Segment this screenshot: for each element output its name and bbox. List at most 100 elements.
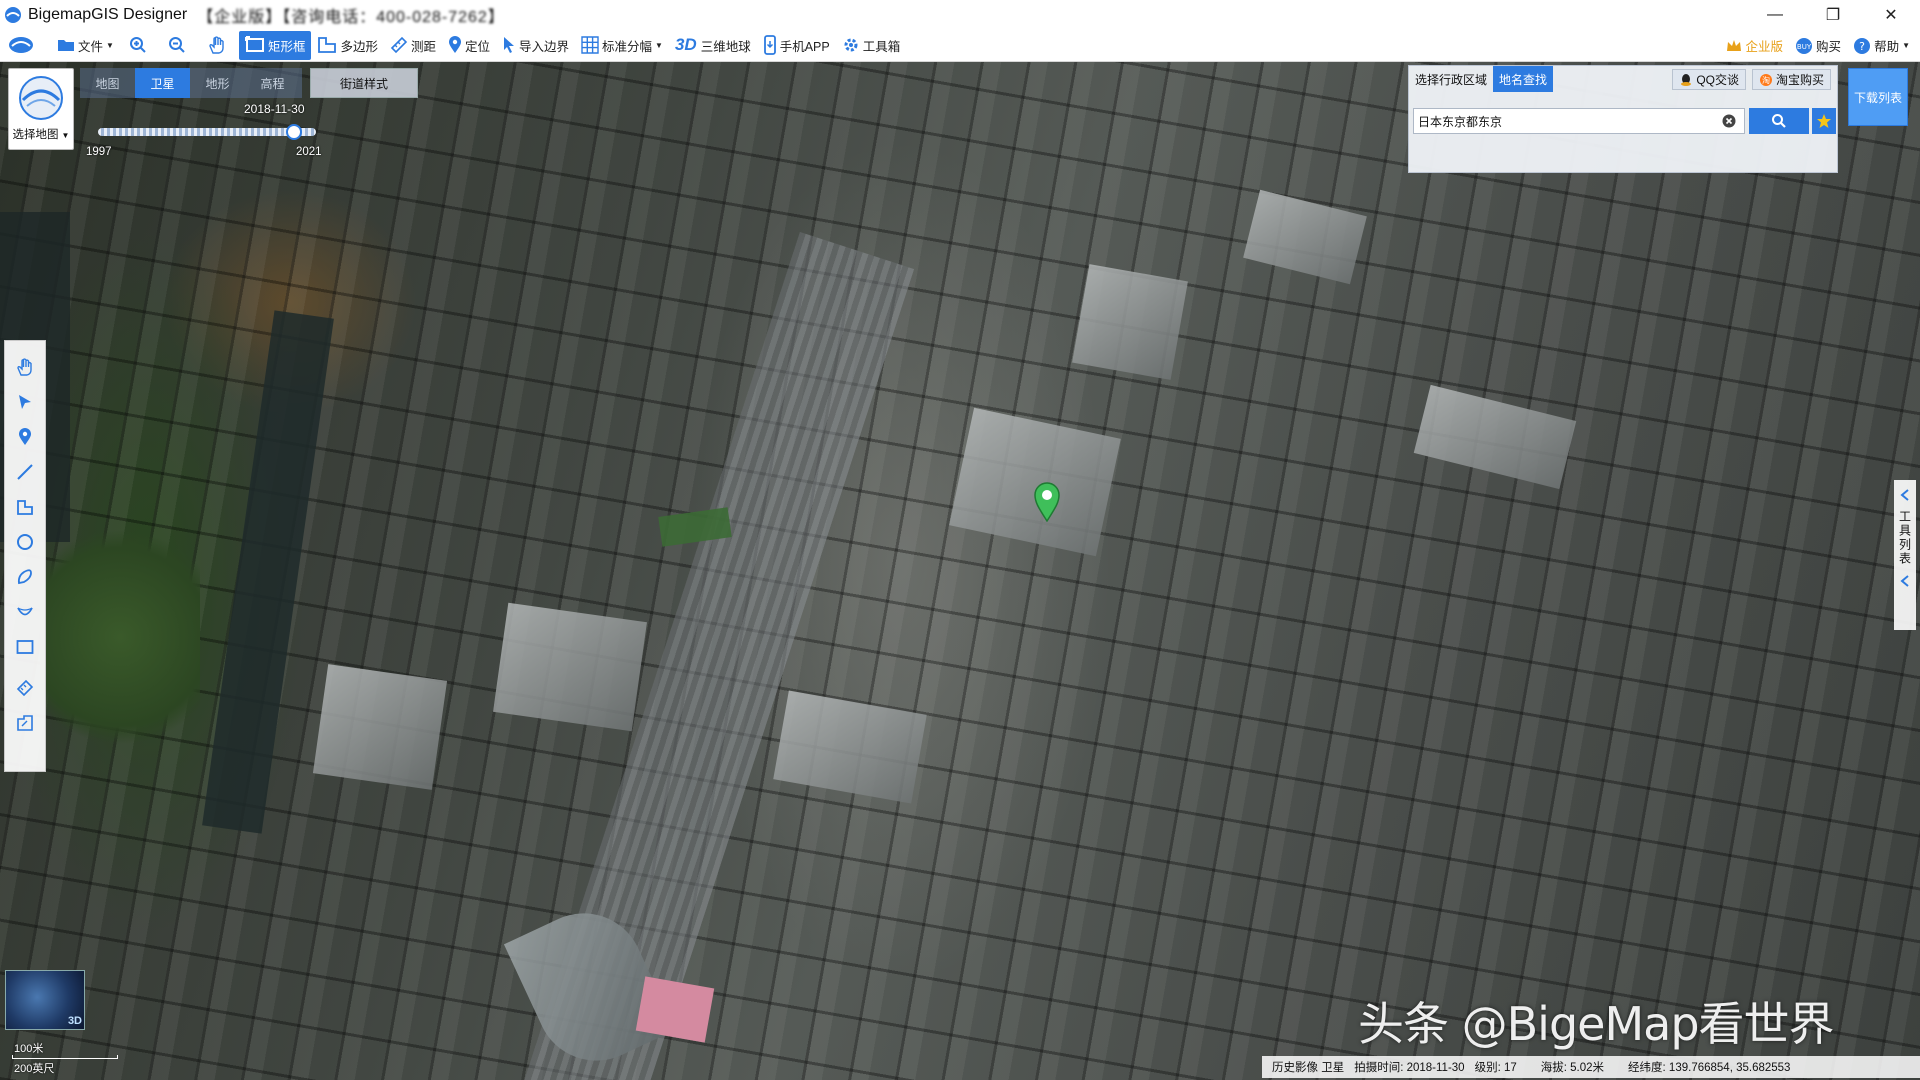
rectangle-select-icon xyxy=(244,36,264,52)
search-button[interactable] xyxy=(1749,108,1809,134)
restore-button[interactable]: ❐ xyxy=(1804,0,1862,29)
cursor-icon xyxy=(504,37,514,53)
qq-chat-label: QQ交谈 xyxy=(1696,73,1739,87)
gear-icon xyxy=(844,38,858,52)
hand-icon xyxy=(17,357,32,376)
zoom-out-icon xyxy=(168,37,185,53)
window-title: BigemapGIS Designer xyxy=(28,5,188,23)
crown-icon xyxy=(1726,39,1741,51)
timeline-start-year: 1997 xyxy=(86,146,112,158)
pan-button[interactable] xyxy=(198,31,239,60)
toolbox-button[interactable]: 工具箱 xyxy=(836,31,907,60)
area-measure-tool[interactable] xyxy=(9,705,41,740)
place-search-input[interactable] xyxy=(1414,110,1720,132)
overview-globe[interactable]: 3D xyxy=(5,970,85,1030)
favorite-button[interactable] xyxy=(1812,108,1836,134)
map-type-terrain[interactable]: 地形 xyxy=(190,68,245,98)
svg-text:淘: 淘 xyxy=(1762,75,1770,85)
freehand-icon xyxy=(17,568,32,584)
right-tool-list[interactable]: 工具列表 xyxy=(1894,480,1916,630)
status-level: 级别: 17 xyxy=(1474,1062,1517,1074)
star-icon xyxy=(1817,114,1831,128)
map-type-tabs: 地图 卫星 地形 高程 xyxy=(80,68,302,98)
status-altitude: 海拔: 5.02米 xyxy=(1540,1062,1605,1074)
globe-icon xyxy=(19,76,63,120)
measure-tool[interactable] xyxy=(9,670,41,705)
minimize-button[interactable]: — xyxy=(1746,0,1804,29)
area-measure-icon xyxy=(17,714,33,731)
contact-links: QQ交谈 淘 淘宝购买 xyxy=(1666,69,1831,90)
tab-admin-region[interactable]: 选择行政区域 xyxy=(1409,66,1493,92)
curve-tool[interactable] xyxy=(9,594,41,629)
history-timeline: 2018-11-30 1997 2021 xyxy=(86,100,330,160)
street-style-button[interactable]: 街道样式 xyxy=(310,68,418,98)
circle-icon xyxy=(17,533,33,550)
select-tool[interactable] xyxy=(9,384,41,419)
timeline-current-date: 2018-11-30 xyxy=(244,102,305,116)
status-bar: 历史影像 卫星 拍摄时间: 2018-11-30 级别: 17 海拔: 5.02… xyxy=(1262,1056,1920,1078)
rectangle-tool[interactable] xyxy=(9,629,41,664)
map-type-satellite[interactable]: 卫星 xyxy=(135,68,190,98)
svg-text:BUY: BUY xyxy=(1797,43,1812,51)
qq-chat-button[interactable]: QQ交谈 xyxy=(1672,69,1746,90)
polygon-label: 多边形 xyxy=(340,39,378,54)
chevron-down-icon: ▼ xyxy=(106,40,114,50)
chevron-down-icon: ▼ xyxy=(655,40,663,50)
file-menu-label: 文件 xyxy=(78,39,104,54)
polygon-icon xyxy=(17,499,33,515)
file-menu[interactable]: 文件 ▼ xyxy=(51,31,120,60)
freehand-tool[interactable] xyxy=(9,559,41,594)
status-coords: 经纬度: 139.766854, 35.682553 xyxy=(1628,1062,1791,1074)
locate-button[interactable]: 定位 xyxy=(442,31,496,60)
curve-icon xyxy=(17,606,33,615)
globe3d-label: 三维地球 xyxy=(700,39,751,54)
zoom-in-button[interactable] xyxy=(120,31,159,60)
polygon-button[interactable]: 多边形 xyxy=(311,31,384,60)
help-menu[interactable]: ? 帮助 ▼ xyxy=(1847,31,1916,60)
zoom-out-button[interactable] xyxy=(159,31,198,60)
import-boundary-button[interactable]: 导入边界 xyxy=(496,31,575,60)
title-bar: BigemapGIS Designer 【企业版】【咨询电话：400-028-7… xyxy=(0,0,1920,29)
circle-tool[interactable] xyxy=(9,524,41,559)
taobao-buy-label: 淘宝购买 xyxy=(1775,73,1824,87)
pan-tool[interactable] xyxy=(9,349,41,384)
polygon-tool[interactable] xyxy=(9,489,41,524)
folder-icon xyxy=(58,40,74,51)
map-type-map[interactable]: 地图 xyxy=(80,68,135,98)
timeline-track[interactable] xyxy=(98,128,316,136)
location-marker-icon[interactable] xyxy=(1033,482,1061,522)
globe3d-button[interactable]: 3D 三维地球 xyxy=(669,31,757,60)
search-icon xyxy=(1772,114,1786,128)
location-pin-icon xyxy=(19,427,31,445)
phone-icon xyxy=(763,35,776,55)
status-layer: 历史影像 卫星 xyxy=(1272,1062,1345,1074)
rectangle-icon xyxy=(16,639,34,654)
select-basemap-button[interactable]: 选择地图 ▼ xyxy=(8,68,74,150)
window-title-extra: 【企业版】【咨询电话：400-028-7262】 xyxy=(197,8,505,26)
enterprise-button[interactable]: 企业版 xyxy=(1719,31,1790,60)
chevron-left-icon xyxy=(1900,489,1909,501)
mobile-app-label: 手机APP xyxy=(779,39,830,54)
standard-tiles-menu[interactable]: 标准分幅 ▼ xyxy=(575,31,669,60)
rect-select-button[interactable]: 矩形框 xyxy=(238,30,312,60)
scale-line xyxy=(12,1055,118,1059)
map-building xyxy=(1072,264,1188,380)
line-tool[interactable] xyxy=(9,454,41,489)
buy-button[interactable]: BUY 购买 xyxy=(1789,31,1847,60)
marker-tool[interactable] xyxy=(9,419,41,454)
map-type-elevation[interactable]: 高程 xyxy=(245,68,300,98)
measure-label: 测距 xyxy=(410,39,436,54)
taobao-buy-button[interactable]: 淘 淘宝购买 xyxy=(1751,69,1831,90)
tab-place-search[interactable]: 地名查找 xyxy=(1493,66,1554,92)
download-list-button[interactable]: 下载列表 xyxy=(1848,68,1908,126)
search-panel: 选择行政区域 地名查找 QQ交谈 淘 淘宝购买 xyxy=(1408,65,1838,173)
measure-button[interactable]: 测距 xyxy=(384,31,442,60)
timeline-slider-handle[interactable] xyxy=(286,124,302,140)
map-park xyxy=(40,512,200,762)
clear-icon xyxy=(1722,114,1736,128)
clear-search-button[interactable] xyxy=(1720,112,1738,130)
app-menu-button[interactable] xyxy=(0,31,51,60)
close-button[interactable]: ✕ xyxy=(1862,0,1920,29)
satellite-map[interactable] xyxy=(0,62,1920,1080)
mobile-app-button[interactable]: 手机APP xyxy=(757,31,836,60)
